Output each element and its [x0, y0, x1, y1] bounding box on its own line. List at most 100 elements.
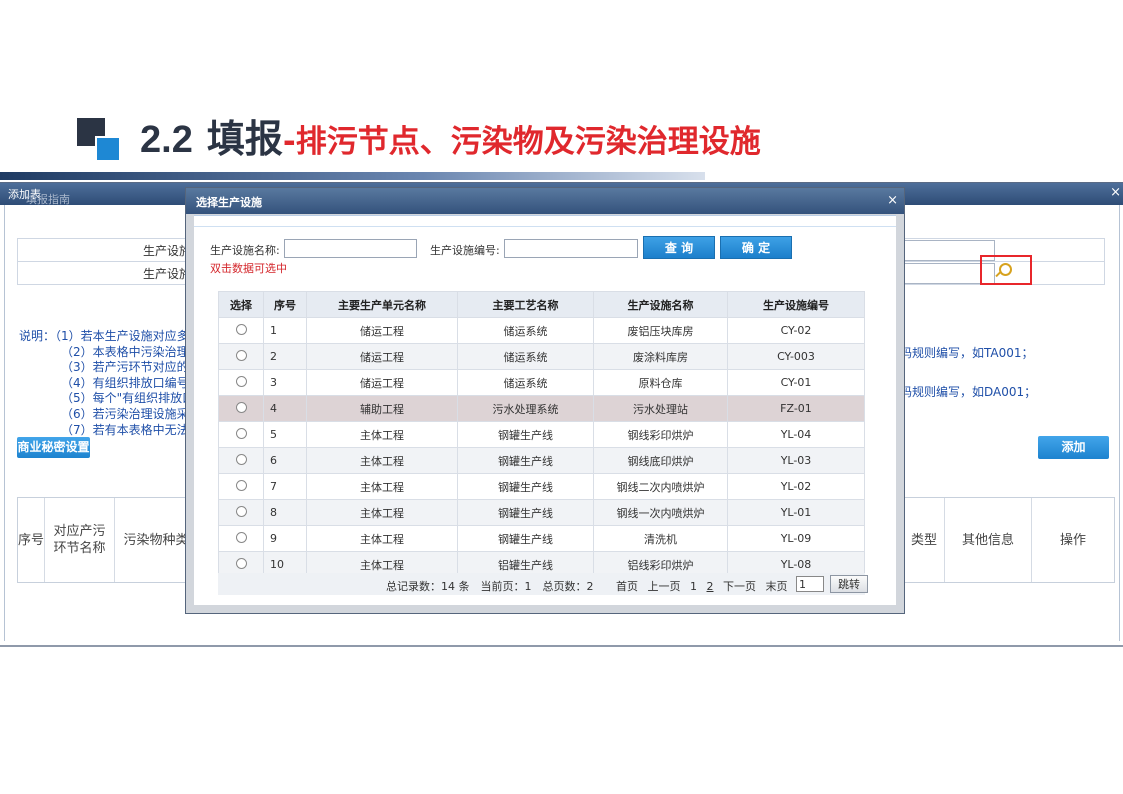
row-radio[interactable] — [235, 505, 247, 517]
row-seq: 8 — [263, 499, 307, 526]
row-radio[interactable] — [235, 375, 247, 387]
row-facility-code: CY-003 — [727, 343, 865, 370]
row-facility-name: 原料仓库 — [593, 369, 728, 396]
instructions: 说明：（1）若本生产设施对应多 （2）本表格中污染治理设 （3）若产污环节对应的… — [19, 329, 206, 438]
row-facility-name: 废铝压块库房 — [593, 317, 728, 344]
row-seq: 9 — [263, 525, 307, 552]
jump-button[interactable]: 跳转 — [830, 575, 868, 593]
note-line: 说明：（1）若本生产设施对应多 — [19, 329, 189, 343]
row-facility-code: YL-02 — [727, 473, 865, 500]
table-row[interactable]: 3 储运工程 储运系统 原料仓库 CY-01 — [218, 369, 865, 396]
col-op-header: 操作 — [1059, 532, 1086, 548]
facility-table: 选择 序号 主要生产单元名称 主要工艺名称 生产设施名称 生产设施编号 1 储运… — [218, 291, 865, 578]
note-right-ta: 码规则编写，如TA001； — [900, 346, 1034, 360]
row-process: 污水处理系统 — [457, 395, 594, 422]
col-seq-header: 序号 — [18, 498, 45, 582]
page-number-input[interactable]: 1 — [796, 576, 824, 592]
row-process: 储运系统 — [457, 343, 594, 370]
row-process: 钢罐生产线 — [457, 447, 594, 474]
col-facility-name: 生产设施名称 — [593, 291, 728, 318]
row-unit: 主体工程 — [306, 421, 458, 448]
title-underline — [0, 172, 705, 180]
query-button[interactable]: 查 询 — [643, 236, 715, 259]
facility-code-label: 生产设施 — [143, 267, 192, 281]
code-label: 生产设施编号: — [430, 244, 500, 257]
row-unit: 主体工程 — [306, 473, 458, 500]
row-facility-code: YL-04 — [727, 421, 865, 448]
row-radio[interactable] — [235, 427, 247, 439]
dialog-titlebar: 选择生产设施 × — [186, 188, 904, 214]
table-row[interactable]: 4 辅助工程 污水处理系统 污水处理站 FZ-01 — [218, 395, 865, 422]
confirm-button[interactable]: 确 定 — [720, 236, 792, 259]
row-unit: 储运工程 — [306, 317, 458, 344]
row-radio[interactable] — [235, 323, 247, 335]
prev-page-link[interactable]: 上一页 — [648, 580, 681, 593]
slide-subtitle: -排污节点、污染物及污染治理设施 — [282, 124, 761, 160]
trade-secret-button[interactable]: 商业秘密设置 — [17, 437, 90, 458]
row-facility-code: YL-01 — [727, 499, 865, 526]
row-radio[interactable] — [235, 557, 247, 569]
col-type-header: 类型 — [904, 498, 945, 582]
note-line: （7）若有本表格中无法囊 — [61, 422, 201, 437]
row-unit: 主体工程 — [306, 525, 458, 552]
magnifier-icon — [999, 263, 1012, 276]
add-button[interactable]: 添加 — [1038, 436, 1109, 459]
table-row[interactable]: 5 主体工程 钢罐生产线 钢线彩印烘炉 YL-04 — [218, 421, 865, 448]
facility-name-label: 生产设施 — [143, 244, 192, 258]
row-radio[interactable] — [235, 401, 247, 413]
table-row[interactable]: 7 主体工程 钢罐生产线 钢线二次内喷烘炉 YL-02 — [218, 473, 865, 500]
col-other-header: 其他信息 — [945, 498, 1032, 582]
page-1-link[interactable]: 1 — [690, 580, 697, 593]
row-seq: 7 — [263, 473, 307, 500]
pager-nav: 首页 上一页 1 2 下一页 末页 — [616, 578, 794, 594]
col-seq: 序号 — [263, 291, 307, 318]
name-label: 生产设施名称: — [210, 244, 280, 257]
row-unit: 储运工程 — [306, 369, 458, 396]
slide-number: 2.2 — [140, 119, 193, 161]
table-header-row: 选择 序号 主要生产单元名称 主要工艺名称 生产设施名称 生产设施编号 — [218, 291, 865, 318]
facility-search-button[interactable] — [980, 255, 1032, 285]
row-process: 钢罐生产线 — [457, 499, 594, 526]
select-facility-dialog: 选择生产设施 × 生产设施名称: 生产设施编号: 查 询 确 定 双击数据可选中… — [185, 187, 905, 614]
col-unit: 主要生产单元名称 — [306, 291, 458, 318]
pager-stats: 总记录数：14 条 当前页：1 总页数：2 — [386, 580, 594, 593]
pagination: 总记录数：14 条 当前页：1 总页数：2 首页 上一页 1 2 下一页 末页 … — [218, 573, 868, 595]
row-facility-name: 污水处理站 — [593, 395, 728, 422]
note-line: （3）若产污环节对应的污 — [61, 360, 201, 375]
last-page-link[interactable]: 末页 — [766, 580, 788, 593]
add-window-close-icon[interactable]: × — [1110, 185, 1121, 200]
row-process: 储运系统 — [457, 317, 594, 344]
note-line: （2）本表格中污染治理设 — [61, 344, 201, 359]
row-facility-code: FZ-01 — [727, 395, 865, 422]
row-radio[interactable] — [235, 453, 247, 465]
row-seq: 4 — [263, 395, 307, 422]
row-facility-name: 钢线一次内喷烘炉 — [593, 499, 728, 526]
table-row[interactable]: 2 储运工程 储运系统 废涂料库房 CY-003 — [218, 343, 865, 370]
row-radio[interactable] — [235, 479, 247, 491]
double-click-hint: 双击数据可选中 — [210, 262, 287, 275]
table-row[interactable]: 1 储运工程 储运系统 废铝压块库房 CY-02 — [218, 317, 865, 344]
row-seq: 6 — [263, 447, 307, 474]
page-2-link[interactable]: 2 — [707, 580, 714, 593]
row-facility-name: 清洗机 — [593, 525, 728, 552]
next-page-link[interactable]: 下一页 — [723, 580, 756, 593]
row-unit: 辅助工程 — [306, 395, 458, 422]
row-seq: 1 — [263, 317, 307, 344]
row-radio[interactable] — [235, 349, 247, 361]
row-unit: 储运工程 — [306, 343, 458, 370]
row-seq: 2 — [263, 343, 307, 370]
col-pollutant-header: 污染物种类 — [123, 532, 189, 548]
dialog-close-icon[interactable]: × — [887, 193, 898, 208]
first-page-link[interactable]: 首页 — [616, 580, 638, 593]
table-row[interactable]: 9 主体工程 钢罐生产线 清洗机 YL-09 — [218, 525, 865, 552]
table-row[interactable]: 6 主体工程 钢罐生产线 钢线底印烘炉 YL-03 — [218, 447, 865, 474]
facility-code-input[interactable] — [504, 239, 638, 258]
table-row[interactable]: 8 主体工程 钢罐生产线 钢线一次内喷烘炉 YL-01 — [218, 499, 865, 526]
row-facility-name: 钢线彩印烘炉 — [593, 421, 728, 448]
col-select: 选择 — [218, 291, 264, 318]
col-node-header: 对应产污环节名称 — [45, 498, 115, 582]
row-process: 钢罐生产线 — [457, 525, 594, 552]
facility-name-input[interactable] — [284, 239, 417, 258]
row-radio[interactable] — [235, 531, 247, 543]
slide-title-main: 填报 — [206, 117, 283, 161]
